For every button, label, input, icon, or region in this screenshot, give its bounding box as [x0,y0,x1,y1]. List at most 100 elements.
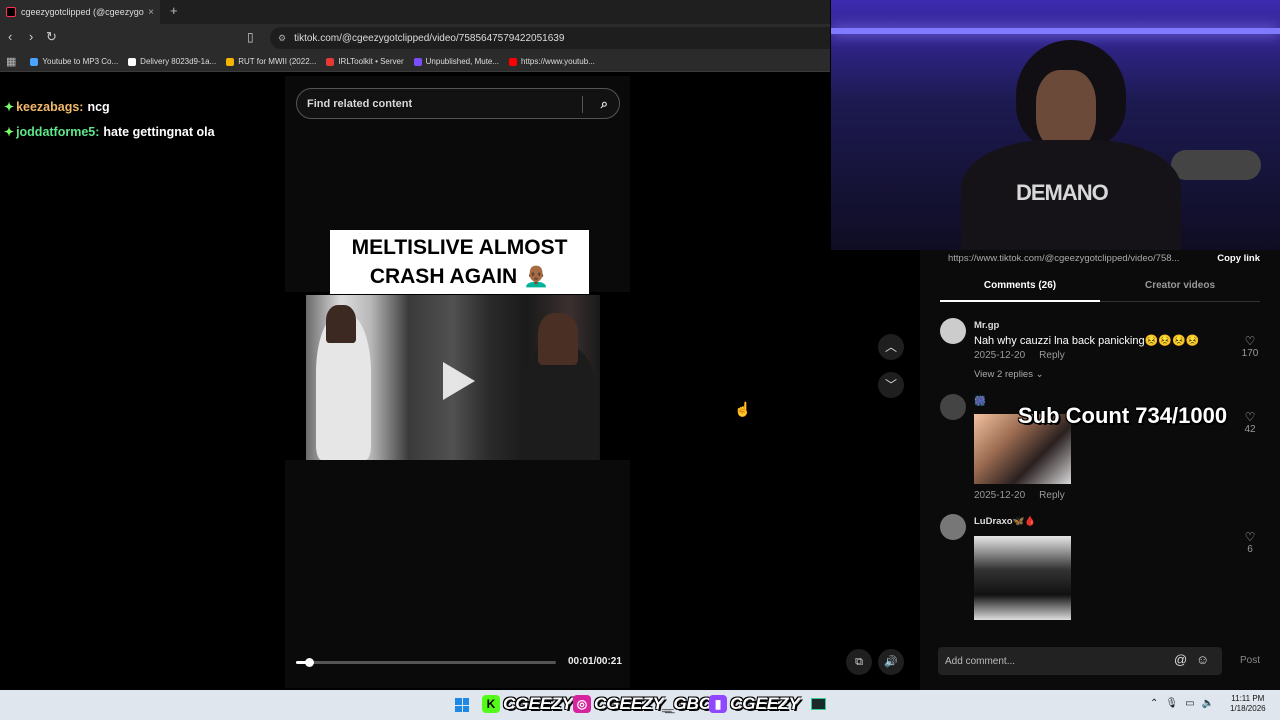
bookmark-favicon-icon [326,57,335,66]
hand-cursor-icon: ☝ [734,401,752,417]
network-icon[interactable]: ▭ [1185,698,1194,709]
tiktok-favicon-icon [6,7,16,17]
bookmark-item[interactable]: RUT for MWII (2022... [226,57,316,66]
view-replies-button[interactable]: View 2 replies ⌄ [974,369,1044,380]
system-clock[interactable]: 11:11 PM 1/18/2026 [1230,694,1266,714]
avatar[interactable] [940,318,966,344]
instagram-handle: ◎ CGEEZY_GBC [573,694,711,714]
comment-image[interactable] [974,536,1071,620]
tab-title: cgeezygotclipped (@cgeezygot [21,7,145,17]
search-placeholder: Find related content [307,97,413,110]
reply-button[interactable]: Reply [1039,490,1065,501]
share-url: https://www.tiktok.com/@cgeezygotclipped… [948,252,1180,264]
chat-text: hate gettingnat ola [103,124,215,139]
mention-icon[interactable]: @ [1174,652,1187,667]
twitch-handle: ▮ CGEEZY [709,694,800,714]
reload-icon[interactable]: ↻ [46,29,57,45]
kick-name: CGEEZY [503,694,573,713]
reply-button[interactable]: Reply [1039,350,1065,361]
windows-start-icon[interactable] [455,698,469,712]
screen: cgeezygotclipped (@cgeezygot × + ‹ › ↻ ▯… [0,0,1280,720]
previous-video-button[interactable]: ︿ [878,334,904,360]
volume-button[interactable]: 🔊 [878,649,904,675]
bookmark-favicon-icon [30,57,39,66]
bookmark-icon[interactable]: ▯ [247,30,254,44]
comment-username[interactable]: 🎆 [974,396,986,407]
twitch-icon: ▮ [709,695,727,713]
bookmark-item[interactable]: Youtube to MP3 Co... [30,57,118,66]
bookmark-item[interactable]: Unpublished, Mute... [413,57,500,66]
like-button[interactable]: ♡ 42 [1240,410,1260,435]
bookmarks-bar: ▦ Youtube to MP3 Co... Delivery 8023d9-1… [0,52,830,72]
avatar[interactable] [940,514,966,540]
bookmark-item[interactable]: Delivery 8023d9-1a... [128,57,216,66]
heart-icon: ♡ [1244,334,1256,348]
like-button[interactable]: ♡ 170 [1240,334,1260,359]
comment-meta: 2025-12-20 Reply [974,490,1065,501]
chat-message: ✦ keezabags: ncg [4,94,215,119]
chat-text: ncg [87,99,110,114]
video-caption: MELTISLIVE ALMOST CRASH AGAIN 👨🏾‍🦲 [330,230,589,294]
comment-date: 2025-12-20 [974,490,1026,501]
bookmark-item[interactable]: IRLToolkit • Server [326,57,404,66]
apps-grid-icon[interactable]: ▦ [6,55,16,68]
panel-tabs: Comments (26) Creator videos [940,280,1260,302]
kick-handle: K CGEEZY [482,694,573,714]
chevron-up-icon[interactable]: ⌃ [1150,698,1158,709]
new-tab-button[interactable]: + [170,3,178,18]
microphone-icon[interactable]: 🎙 [1165,698,1178,709]
progress-handle[interactable] [305,658,314,667]
browser-toolbar: ‹ › ↻ ▯ ⚙ tiktok.com/@cgeezygotclipped/v… [0,24,830,52]
bookmark-label: Unpublished, Mute... [425,57,500,66]
comment-username[interactable]: LuDraxo🦋🩸 [974,516,1036,527]
tab-strip: cgeezygotclipped (@cgeezygot × + [0,0,830,24]
related-search-input[interactable]: Find related content ⌕ [296,88,620,119]
webcam-overlay: DEMANO [831,0,1280,250]
bookmark-label: IRLToolkit • Server [338,57,404,66]
tab-comments[interactable]: Comments (26) [940,280,1100,302]
bookmark-favicon-icon [509,57,518,66]
caption-line: CRASH AGAIN 👨🏾‍🦲 [369,265,550,288]
address-bar[interactable]: ⚙ tiktok.com/@cgeezygotclipped/video/758… [270,27,830,49]
post-button[interactable]: Post [1240,655,1260,666]
caption-line: MELTISLIVE ALMOST [351,236,568,259]
clock-date: 1/18/2026 [1230,704,1266,713]
pip-button[interactable]: ⧉ [846,649,872,675]
avatar[interactable] [940,394,966,420]
bookmark-label: https://www.youtub... [521,57,595,66]
progress-bar[interactable] [296,658,556,667]
speaker-icon[interactable]: 🔈 [1202,698,1214,709]
copy-link-button[interactable]: Copy link [1217,253,1260,264]
comment-meta: 2025-12-20 Reply [974,350,1065,361]
browser-tab[interactable]: cgeezygotclipped (@cgeezygot × [0,0,160,24]
bookmark-favicon-icon [413,57,422,66]
bookmark-item[interactable]: https://www.youtub... [509,57,595,66]
chat-username: joddatforme5: [16,124,100,139]
bookmark-label: Delivery 8023d9-1a... [140,57,217,66]
forward-icon[interactable]: › [29,29,33,44]
next-video-button[interactable]: ﹀ [878,372,904,398]
play-icon[interactable] [443,362,475,400]
add-comment-input[interactable]: Add comment... @ ☺ [938,647,1222,675]
emoji-icon[interactable]: ☺ [1196,652,1209,667]
kick-icon: K [482,695,500,713]
tab-creator-videos[interactable]: Creator videos [1100,280,1260,291]
stream-chat: ✦ keezabags: ncg ✦ joddatforme5: hate ge… [4,94,215,144]
bookmark-label: Youtube to MP3 Co... [42,57,119,66]
search-icon[interactable]: ⌕ [601,96,608,112]
like-button[interactable]: ♡ 6 [1240,530,1260,555]
heart-icon: ♡ [1244,410,1256,424]
sparkle-icon: ✦ [4,99,15,114]
share-link-bar: https://www.tiktok.com/@cgeezygotclipped… [940,250,1260,266]
site-info-icon[interactable]: ⚙ [278,33,286,44]
tab-close-icon[interactable]: × [148,7,154,18]
back-icon[interactable]: ‹ [8,29,12,44]
terminal-icon[interactable] [811,698,826,710]
search-divider [582,96,583,113]
chat-message: ✦ joddatforme5: hate gettingnat ola [4,119,215,144]
comment-text: Nah why cauzzi lna back panicking😣😣😣😣 [974,335,1200,347]
hoodie-print: DEMANO [1016,180,1109,205]
like-count: 170 [1241,348,1259,359]
comment-username[interactable]: Mr.gp [974,320,999,331]
like-count: 6 [1247,544,1253,555]
